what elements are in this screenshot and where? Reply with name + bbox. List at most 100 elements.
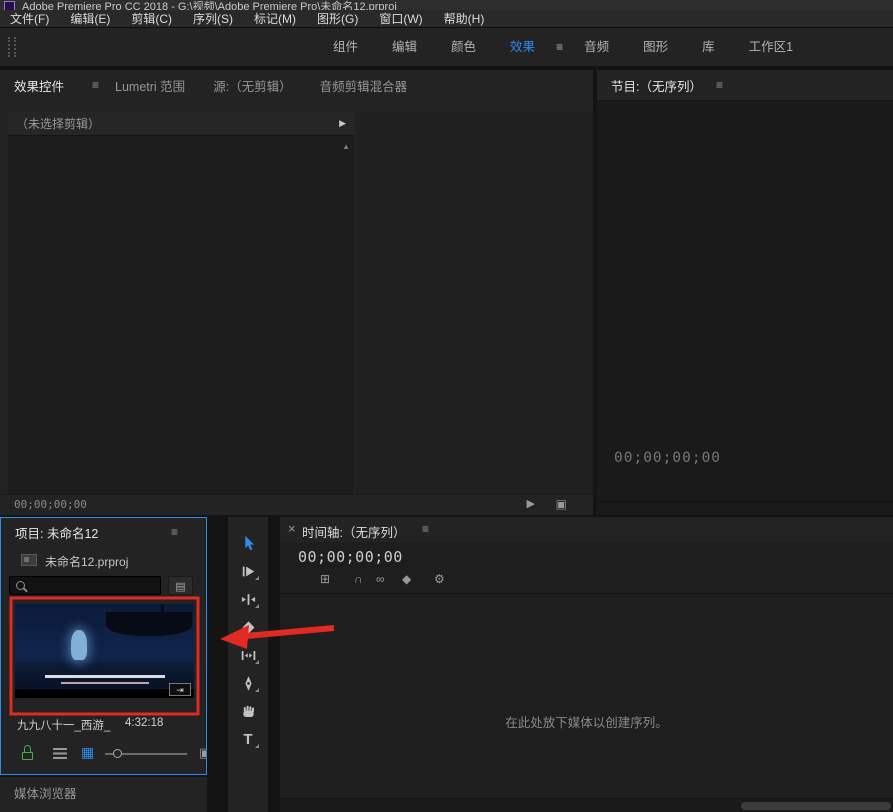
clip-selector-dropdown[interactable]: （未选择剪辑） ▶ [8, 112, 354, 136]
tab-lumetri-scopes[interactable]: Lumetri 范围 [115, 76, 185, 95]
menu-marker[interactable]: 标记(M) [254, 10, 296, 27]
workspace-bar: 组件 编辑 颜色 效果 ≡ 音频 图形 库 工作区1 [0, 28, 893, 66]
workspace-tab-audio[interactable]: 音频 [567, 28, 626, 66]
effect-controls-timeline-area [356, 112, 593, 495]
play-audio-icon[interactable]: ▶ [527, 497, 535, 510]
snap-icon[interactable]: ∩ [354, 572, 363, 586]
razor-icon [240, 619, 257, 636]
razor-tool[interactable] [237, 618, 259, 636]
zoom-slider-knob[interactable] [113, 749, 122, 758]
track-select-forward-tool[interactable] [237, 562, 259, 580]
mark-in-button[interactable]: { [738, 514, 743, 515]
timeline-bottom-strip [280, 798, 893, 812]
program-transport-controls: ◆ { } ⇤ ◂| ▶ [597, 505, 893, 515]
list-view-icon [53, 748, 67, 759]
project-tabstrip: 项目: 未命名12 ≡ [1, 518, 206, 546]
lock-body [22, 752, 33, 760]
play-button[interactable]: ▶ [883, 514, 892, 515]
hand-icon [240, 703, 257, 720]
panel-menu-icon[interactable]: ≡ [716, 78, 723, 92]
type-tool[interactable]: T [237, 730, 259, 748]
type-tool-icon: T [243, 732, 252, 747]
tab-timeline[interactable]: 时间轴:（无序列） [302, 522, 405, 541]
tab-media-browser[interactable]: 媒体浏览器 [14, 783, 77, 802]
thumbnail-letterbox-bar [15, 689, 194, 698]
pen-tool[interactable] [237, 674, 259, 692]
workspace-grip-icon [8, 37, 16, 57]
media-browser-panel: 媒体浏览器 [0, 777, 207, 812]
nest-sequence-icon[interactable]: ⊞ [320, 572, 330, 586]
list-view-button[interactable] [53, 748, 67, 759]
mark-out-button[interactable]: } [770, 514, 775, 515]
pen-icon [240, 675, 257, 692]
go-to-in-button[interactable]: ⇤ [813, 514, 824, 515]
clip-list-item[interactable]: 九九八十一_西游_ 4:32:18 [1, 715, 206, 735]
workspace-tab-workspace1[interactable]: 工作区1 [732, 28, 810, 66]
ripple-edit-tool[interactable] [237, 590, 259, 608]
menu-edit[interactable]: 编辑(E) [70, 10, 110, 27]
timeline-horizontal-scrollbar[interactable] [741, 802, 891, 810]
search-input[interactable] [9, 576, 161, 595]
workspace-tab-graphics[interactable]: 图形 [626, 28, 685, 66]
clip-name: 九九八十一_西游_ [17, 717, 110, 733]
timeline-tabstrip: × 时间轴:（无序列） ≡ [280, 517, 893, 542]
project-writable-lock-icon[interactable] [21, 745, 35, 761]
tab-audio-clip-mixer[interactable]: 音频剪辑混合器 [320, 76, 408, 95]
workspace-menu-icon[interactable]: ≡ [552, 40, 567, 54]
ripple-edit-icon [240, 591, 257, 608]
workspace-tab-assembly[interactable]: 组件 [316, 28, 375, 66]
panel-menu-icon[interactable]: ≡ [92, 78, 99, 92]
effect-controls-panel: 效果控件 ≡ Lumetri 范围 源:（无剪辑） 音频剪辑混合器 （未选择剪辑… [0, 70, 593, 515]
workspace-tab-editing[interactable]: 编辑 [375, 28, 434, 66]
selection-tool-icon [240, 535, 257, 552]
step-back-button[interactable]: ◂| [846, 514, 855, 515]
slip-tool[interactable] [237, 646, 259, 664]
create-search-bin-button[interactable]: ▤ [168, 576, 193, 595]
panel-menu-icon[interactable]: ≡ [422, 522, 429, 536]
tab-program-monitor[interactable]: 节目:（无序列） [611, 76, 702, 95]
hand-tool[interactable] [237, 702, 259, 720]
thumbnail-character-figure [71, 630, 87, 660]
thumbnail-subtitle-line [61, 682, 149, 684]
menu-graphics[interactable]: 图形(G) [317, 10, 358, 27]
add-marker-button[interactable]: ◆ [700, 514, 709, 515]
chevron-right-icon: ▶ [339, 118, 346, 129]
workspace-tabs: 组件 编辑 颜色 效果 ≡ 音频 图形 库 工作区1 [316, 28, 810, 66]
program-monitor-panel: 节目:（无序列） ≡ 00;00;00;00 ◆ { } ⇤ ◂| ▶ [597, 70, 893, 515]
export-frame-icon[interactable]: ▣ [556, 497, 567, 511]
tab-effect-controls[interactable]: 效果控件 [14, 76, 64, 95]
search-icon [16, 581, 25, 590]
media-type-badge: ⇥ [169, 683, 191, 696]
panel-menu-icon[interactable]: ≡ [171, 525, 178, 539]
tab-source-monitor[interactable]: 源:（无剪辑） [213, 76, 291, 95]
timeline-settings-icon[interactable]: ⚙ [434, 572, 445, 586]
menu-file[interactable]: 文件(F) [10, 10, 49, 27]
track-select-forward-icon [240, 563, 257, 580]
clip-thumbnail[interactable]: ⇥ [15, 604, 194, 698]
menu-help[interactable]: 帮助(H) [444, 10, 485, 27]
effect-controls-tabstrip: 效果控件 ≡ Lumetri 范围 源:（无剪辑） 音频剪辑混合器 [0, 70, 593, 100]
icon-view-button[interactable]: ▦ [81, 744, 94, 761]
project-panel: 项目: 未命名12 ≡ 未命名12.prproj ▤ ⇥ 九九八十一_西游_ 4… [0, 517, 207, 775]
add-marker-icon[interactable]: ◆ [402, 572, 411, 586]
tab-project[interactable]: 项目: 未命名12 [15, 523, 98, 542]
clip-duration: 4:32:18 [125, 717, 163, 729]
menu-window[interactable]: 窗口(W) [379, 10, 422, 27]
clip-selector-label: （未选择剪辑） [16, 115, 339, 132]
zoom-slider[interactable] [105, 742, 187, 764]
selection-tool[interactable] [237, 534, 259, 552]
timeline-timecode[interactable]: 00;00;00;00 [298, 548, 403, 566]
workspace-tab-effects[interactable]: 效果 [493, 28, 552, 66]
close-panel-icon[interactable]: × [288, 521, 296, 536]
program-timecode[interactable]: 00;00;00;00 [614, 450, 721, 466]
scrollbar-up-icon[interactable]: ▲ [342, 142, 350, 151]
menu-clip[interactable]: 剪辑(C) [131, 10, 172, 27]
workspace-tab-libraries[interactable]: 库 [685, 28, 732, 66]
clipped-toolbar-icon[interactable]: ▣ [199, 745, 207, 761]
timeline-header-divider [280, 593, 893, 594]
effect-controls-timecode[interactable]: 00;00;00;00 [14, 498, 87, 511]
workspace-tab-color[interactable]: 颜色 [434, 28, 493, 66]
menu-sequence[interactable]: 序列(S) [193, 10, 233, 27]
project-file-row[interactable]: 未命名12.prproj [1, 550, 206, 572]
linked-selection-icon[interactable]: ∞ [376, 572, 385, 586]
